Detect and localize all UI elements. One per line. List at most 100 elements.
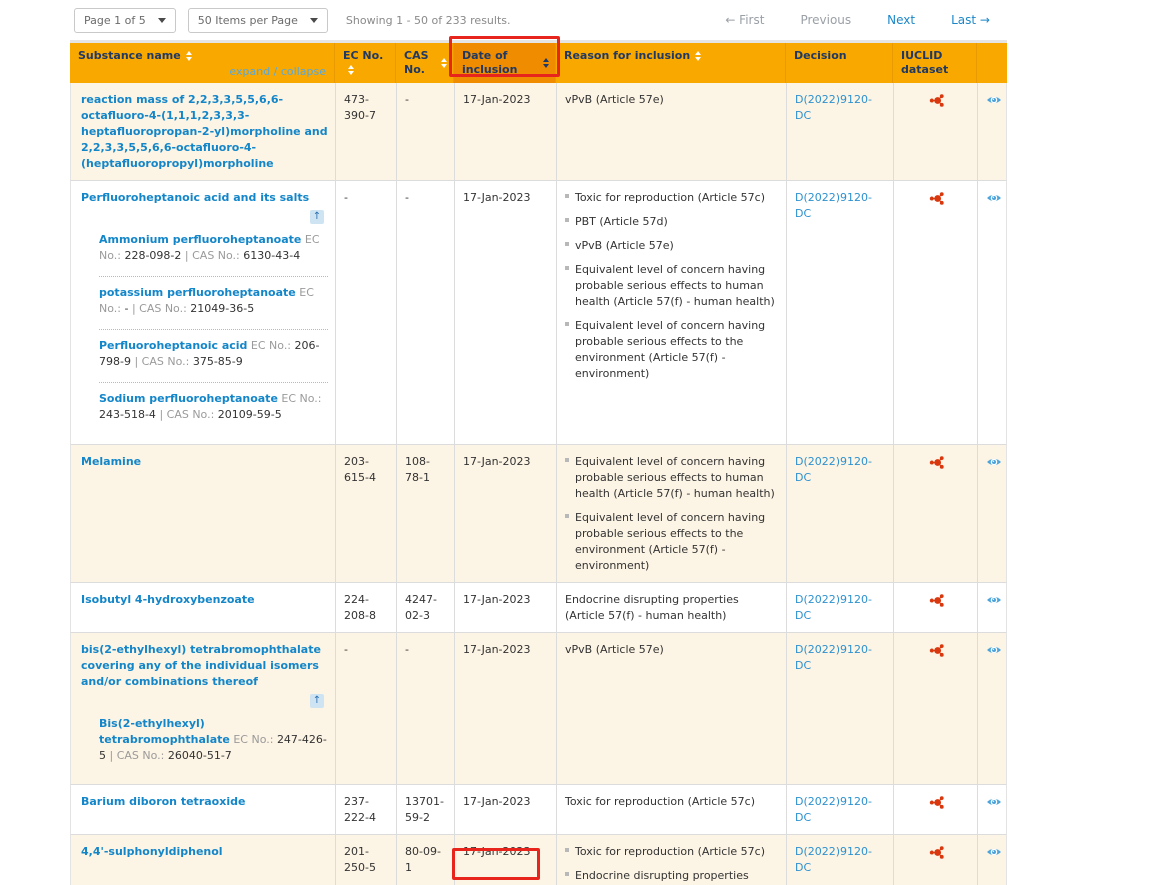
reason-item: Toxic for reproduction (Article 57c) — [565, 190, 779, 206]
decision-cell: D(2022)9120-DC — [787, 633, 894, 784]
results-summary: Showing 1 - 50 of 233 results. — [346, 14, 511, 27]
cas-cell: 108-78-1 — [397, 445, 455, 582]
iuclid-dataset-icon[interactable] — [929, 593, 944, 613]
collapse-members-icon[interactable]: ↑ — [310, 694, 324, 708]
substance-link[interactable]: 4,4'-sulphonyldiphenol — [81, 845, 223, 858]
next-page-link[interactable]: Next — [887, 13, 915, 27]
iuclid-dataset-icon[interactable] — [929, 93, 944, 113]
view-substance-eye-icon[interactable] — [986, 455, 1002, 474]
view-cell — [978, 445, 1008, 582]
column-header-substance-name[interactable]: Substance name expand / collapse — [70, 43, 335, 83]
view-substance-eye-icon[interactable] — [986, 93, 1002, 112]
substance-link[interactable]: bis(2-ethylhexyl) tetrabromophthalate co… — [81, 643, 321, 688]
cas-cell: 80-09-1 — [397, 835, 455, 885]
cas-cell: - — [397, 181, 455, 444]
view-substance-eye-icon[interactable] — [986, 845, 1002, 864]
substance-cell: Melamine — [71, 445, 336, 582]
column-header-ec-no[interactable]: EC No. — [335, 43, 396, 83]
substance-cell: Perfluoroheptanoic acid and its salts↑ Am… — [71, 181, 336, 444]
sort-icon[interactable] — [441, 58, 447, 68]
substance-link[interactable]: reaction mass of 2,2,3,3,5,5,6,6-octaflu… — [81, 93, 328, 170]
date-of-inclusion-cell: 17-Jan-2023 — [455, 785, 557, 834]
member-substance: Sodium perfluoroheptanoate EC No.: 243-5… — [99, 391, 328, 435]
decision-link[interactable]: D(2022)9120-DC — [795, 795, 872, 824]
table-row: 4,4'-sulphonyldiphenol201-250-580-09-117… — [70, 835, 1007, 885]
reason-item: vPvB (Article 57e) — [565, 642, 779, 658]
column-header-reason-for-inclusion[interactable]: Reason for inclusion — [556, 43, 786, 83]
substance-link[interactable]: Perfluoroheptanoic acid and its salts — [81, 191, 309, 204]
ec-cell: 224-208-8 — [336, 583, 397, 632]
substance-link[interactable]: Isobutyl 4-hydroxybenzoate — [81, 593, 255, 606]
items-per-page-value: 50 Items per Page — [198, 14, 298, 27]
decision-cell: D(2022)9120-DC — [787, 785, 894, 834]
table-row: Perfluoroheptanoic acid and its salts↑ Am… — [70, 181, 1007, 445]
reason-cell: Toxic for reproduction (Article 57c)Endo… — [557, 835, 787, 885]
view-substance-eye-icon[interactable] — [986, 643, 1002, 662]
iuclid-dataset-icon[interactable] — [929, 643, 944, 663]
sort-icon[interactable] — [543, 58, 549, 68]
decision-link[interactable]: D(2022)9120-DC — [795, 643, 872, 672]
sort-icon[interactable] — [695, 51, 701, 61]
iuclid-dataset-icon[interactable] — [929, 455, 944, 475]
member-ec-value: - — [124, 302, 131, 315]
table-row: bis(2-ethylhexyl) tetrabromophthalate co… — [70, 633, 1007, 785]
column-header-cas-no[interactable]: CAS No. — [396, 43, 454, 83]
column-header-date-of-inclusion[interactable]: Date of inclusion — [454, 43, 556, 83]
page-selector[interactable]: Page 1 of 5 — [74, 8, 176, 33]
member-substance-link[interactable]: potassium perfluoroheptanoate — [99, 286, 296, 299]
decision-link[interactable]: D(2022)9120-DC — [795, 593, 872, 622]
sort-icon[interactable] — [348, 65, 354, 75]
member-cas-value: 26040-51-7 — [168, 749, 232, 762]
sort-icon[interactable] — [186, 51, 192, 61]
iuclid-cell — [894, 583, 978, 632]
first-page-link[interactable]: ← First — [725, 13, 764, 27]
substance-cell: 4,4'-sulphonyldiphenol — [71, 835, 336, 885]
substance-link[interactable]: Barium diboron tetraoxide — [81, 795, 245, 808]
last-page-link[interactable]: Last → — [951, 13, 990, 27]
iuclid-dataset-icon[interactable] — [929, 191, 944, 211]
member-substance-link[interactable]: Sodium perfluoroheptanoate — [99, 392, 278, 405]
decision-link[interactable]: D(2022)9120-DC — [795, 455, 872, 484]
reason-item: Endocrine disrupting properties (Article… — [565, 592, 779, 624]
member-substance-link[interactable]: Ammonium perfluoroheptanoate — [99, 233, 301, 246]
decision-link[interactable]: D(2022)9120-DC — [795, 191, 872, 220]
substance-link[interactable]: Melamine — [81, 455, 141, 468]
member-substance-link[interactable]: Bis(2-ethylhexyl) tetrabromophthalate — [99, 717, 230, 746]
iuclid-dataset-icon[interactable] — [929, 845, 944, 865]
previous-page-link[interactable]: Previous — [800, 13, 851, 27]
substance-cell: reaction mass of 2,2,3,3,5,5,6,6-octaflu… — [71, 83, 336, 180]
member-cas-value: 21049-36-5 — [190, 302, 254, 315]
view-substance-eye-icon[interactable] — [986, 795, 1002, 814]
collapse-members-icon[interactable]: ↑ — [310, 210, 324, 224]
ec-cell: 237-222-4 — [336, 785, 397, 834]
expand-collapse-link[interactable]: expand / collapse — [229, 65, 326, 79]
member-substance: Ammonium perfluoroheptanoate EC No.: 228… — [99, 232, 328, 277]
substance-cell: Barium diboron tetraoxide — [71, 785, 336, 834]
cas-cell: 4247-02-3 — [397, 583, 455, 632]
view-substance-eye-icon[interactable] — [986, 593, 1002, 612]
ec-label: EC No.: — [233, 733, 277, 746]
member-substance-link[interactable]: Perfluoroheptanoic acid — [99, 339, 247, 352]
reason-item: Equivalent level of concern having proba… — [565, 262, 779, 310]
ec-cell: 473-390-7 — [336, 83, 397, 180]
date-of-inclusion-cell: 17-Jan-2023 — [455, 445, 557, 582]
results-toolbar: Page 1 of 5 50 Items per Page Showing 1 … — [0, 0, 1152, 40]
reason-item: Equivalent level of concern having proba… — [565, 454, 779, 502]
ec-cell: 201-250-5 — [336, 835, 397, 885]
ec-label: EC No.: — [281, 392, 321, 405]
table-row: reaction mass of 2,2,3,3,5,5,6,6-octaflu… — [70, 83, 1007, 181]
view-substance-eye-icon[interactable] — [986, 191, 1002, 210]
decision-link[interactable]: D(2022)9120-DC — [795, 93, 872, 122]
table-body: reaction mass of 2,2,3,3,5,5,6,6-octaflu… — [70, 83, 1007, 885]
iuclid-dataset-icon[interactable] — [929, 795, 944, 815]
separator: | — [134, 355, 141, 368]
reason-item: Equivalent level of concern having proba… — [565, 318, 779, 382]
chevron-down-icon — [158, 18, 166, 23]
decision-link[interactable]: D(2022)9120-DC — [795, 845, 872, 874]
items-per-page-selector[interactable]: 50 Items per Page — [188, 8, 328, 33]
reason-cell: Endocrine disrupting properties (Article… — [557, 583, 787, 632]
reason-item: Toxic for reproduction (Article 57c) — [565, 844, 779, 860]
table-row: Melamine203-615-4108-78-117-Jan-2023Equi… — [70, 445, 1007, 583]
substances-table: Substance name expand / collapse EC No. … — [70, 40, 1007, 885]
column-header-iuclid-dataset: IUCLID dataset — [893, 43, 977, 83]
